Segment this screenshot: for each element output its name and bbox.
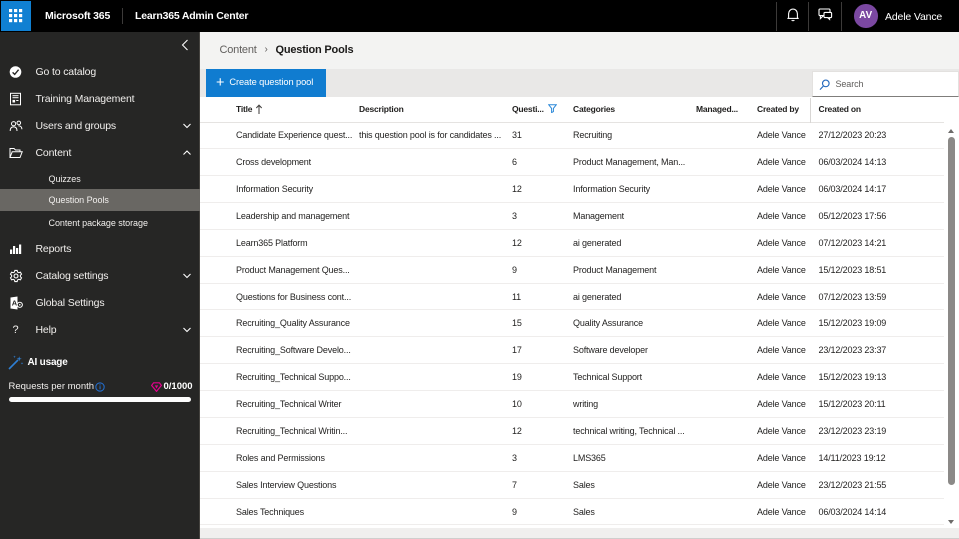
svg-text:A: A xyxy=(12,298,18,307)
